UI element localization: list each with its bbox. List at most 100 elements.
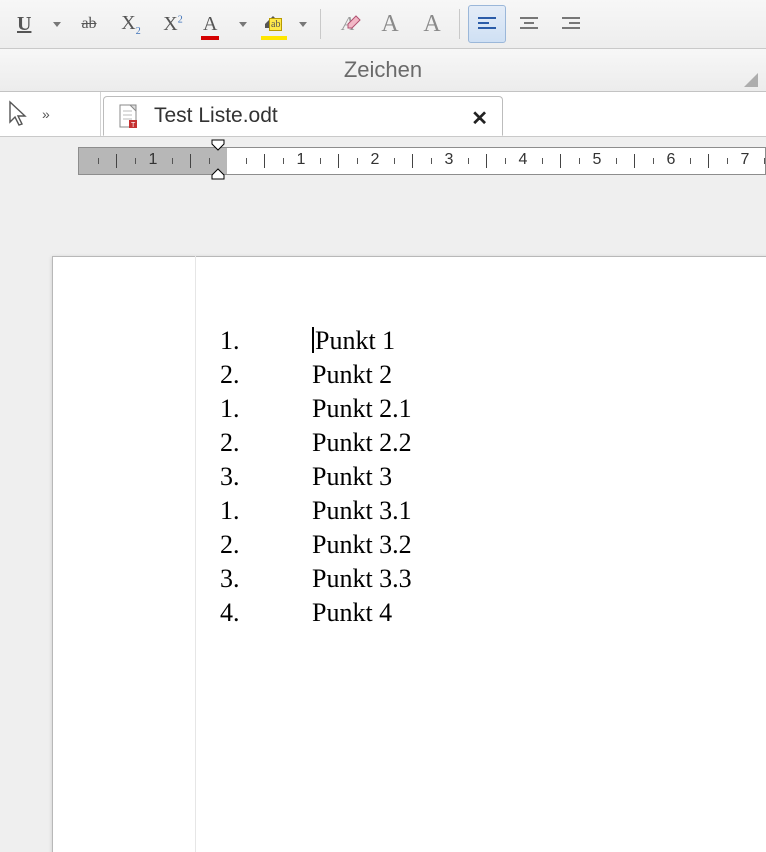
ruler-number: 1 bbox=[297, 151, 306, 169]
list-item[interactable]: 3.Punkt 3.3 bbox=[220, 562, 412, 596]
ruler-number: 5 bbox=[593, 151, 602, 169]
subscript-glyph: X2 bbox=[121, 12, 140, 37]
ruler-tick bbox=[357, 158, 358, 164]
ruler-tick bbox=[690, 158, 691, 164]
ruler-tick bbox=[560, 154, 561, 168]
character-style-a2-button[interactable]: A bbox=[413, 5, 451, 43]
list-item[interactable]: 2.Punkt 2 bbox=[220, 358, 412, 392]
ruler-number: 2 bbox=[371, 151, 380, 169]
chevron-down-icon bbox=[53, 22, 61, 27]
resize-grip-icon[interactable] bbox=[744, 73, 758, 87]
align-right-button[interactable] bbox=[552, 5, 590, 43]
first-line-indent-marker[interactable] bbox=[211, 139, 225, 153]
ruler-tick bbox=[468, 158, 469, 164]
align-center-icon bbox=[519, 16, 539, 32]
ruler-tick bbox=[394, 158, 395, 164]
list-text: Punkt 1 bbox=[312, 324, 395, 358]
align-left-button[interactable] bbox=[468, 5, 506, 43]
superscript-button[interactable]: X2 bbox=[154, 5, 192, 43]
font-color-swatch bbox=[201, 36, 219, 40]
list-item[interactable]: 3.Punkt 3 bbox=[220, 460, 412, 494]
underline-button[interactable]: U bbox=[10, 5, 66, 43]
list-number: 2. bbox=[220, 528, 312, 562]
highlight-glyph: ab bbox=[269, 18, 282, 31]
ruler-tick bbox=[542, 158, 543, 164]
ruler-tick bbox=[708, 154, 709, 168]
subscript-button[interactable]: X2 bbox=[112, 5, 150, 43]
ruler-tick bbox=[616, 158, 617, 164]
close-icon[interactable]: ✕ bbox=[471, 106, 488, 131]
list-text: Punkt 3.1 bbox=[312, 494, 412, 528]
character-panel-label: Zeichen bbox=[344, 57, 422, 83]
character-style-a1-button[interactable]: A bbox=[371, 5, 409, 43]
ruler-tick bbox=[264, 154, 265, 168]
ruler-tick bbox=[209, 158, 210, 164]
document-icon: T bbox=[118, 103, 140, 129]
list-number: 3. bbox=[220, 460, 312, 494]
list-number: 1. bbox=[220, 494, 312, 528]
list-item[interactable]: 2.Punkt 3.2 bbox=[220, 528, 412, 562]
list-text: Punkt 2.2 bbox=[312, 426, 412, 460]
ruler-tick bbox=[135, 158, 136, 164]
svg-text:T: T bbox=[131, 122, 136, 129]
cursor-icon[interactable] bbox=[6, 100, 28, 128]
document-tab[interactable]: T Test Liste.odt ✕ bbox=[103, 96, 503, 136]
align-right-icon bbox=[561, 16, 581, 32]
chevron-down-icon bbox=[299, 22, 307, 27]
ruler-number: 7 bbox=[741, 151, 750, 169]
font-color-button[interactable]: A bbox=[196, 5, 252, 43]
list-text: Punkt 2 bbox=[312, 358, 392, 392]
formatting-toolbar: U ab X2 X2 A ab A A bbox=[0, 0, 766, 49]
chevron-down-icon bbox=[239, 22, 247, 27]
document-content[interactable]: 1.Punkt 12.Punkt 21.Punkt 2.12.Punkt 2.2… bbox=[220, 324, 412, 630]
strikethrough-button[interactable]: ab bbox=[70, 5, 108, 43]
ruler-tick bbox=[172, 158, 173, 164]
underline-glyph: U bbox=[17, 13, 31, 36]
list-text: Punkt 3.2 bbox=[312, 528, 412, 562]
list-item[interactable]: 2.Punkt 2.2 bbox=[220, 426, 412, 460]
list-item[interactable]: 1.Punkt 3.1 bbox=[220, 494, 412, 528]
ruler-tick bbox=[320, 158, 321, 164]
list-item[interactable]: 1.Punkt 2.1 bbox=[220, 392, 412, 426]
highlight-color-button[interactable]: ab bbox=[256, 5, 312, 43]
superscript-glyph: X2 bbox=[163, 13, 182, 36]
ruler-number: 4 bbox=[519, 151, 528, 169]
list-number: 2. bbox=[220, 426, 312, 460]
toolbar-separator bbox=[320, 9, 321, 39]
ruler-tick bbox=[653, 158, 654, 164]
ruler-tick bbox=[116, 154, 117, 168]
toolbar-separator bbox=[459, 9, 460, 39]
document-tab-title: Test Liste.odt bbox=[154, 104, 278, 128]
ruler-tick bbox=[764, 158, 765, 164]
list-number: 1. bbox=[220, 324, 312, 358]
left-indent-marker[interactable] bbox=[211, 167, 225, 181]
character-panel-label-strip: Zeichen bbox=[0, 49, 766, 92]
ruler-tick bbox=[727, 158, 728, 164]
list-text: Punkt 2.1 bbox=[312, 392, 412, 426]
list-number: 3. bbox=[220, 562, 312, 596]
clear-formatting-button[interactable]: A bbox=[329, 5, 367, 43]
align-left-icon bbox=[477, 16, 497, 32]
list-number: 4. bbox=[220, 596, 312, 630]
ruler-tick bbox=[283, 158, 284, 164]
char-glyph: A bbox=[381, 11, 398, 38]
ruler-tick bbox=[486, 154, 487, 168]
ruler-tick bbox=[338, 154, 339, 168]
char-glyph: A bbox=[423, 11, 440, 38]
more-tools-icon[interactable]: » bbox=[42, 106, 50, 122]
list-text: Punkt 4 bbox=[312, 596, 392, 630]
ruler-tick bbox=[579, 158, 580, 164]
ruler-number: 6 bbox=[667, 151, 676, 169]
clear-glyph: A bbox=[342, 13, 354, 36]
list-item[interactable]: 4.Punkt 4 bbox=[220, 596, 412, 630]
horizontal-ruler[interactable]: 11234567 bbox=[78, 147, 766, 175]
align-center-button[interactable] bbox=[510, 5, 548, 43]
ruler-tick bbox=[505, 158, 506, 164]
list-text: Punkt 3 bbox=[312, 460, 392, 494]
ruler-tick bbox=[246, 158, 247, 164]
ruler-tick bbox=[190, 154, 191, 168]
left-margin-guide bbox=[195, 256, 196, 852]
document-viewport[interactable]: 1.Punkt 12.Punkt 21.Punkt 2.12.Punkt 2.2… bbox=[0, 182, 766, 852]
text-cursor bbox=[312, 327, 314, 353]
list-item[interactable]: 1.Punkt 1 bbox=[220, 324, 412, 358]
